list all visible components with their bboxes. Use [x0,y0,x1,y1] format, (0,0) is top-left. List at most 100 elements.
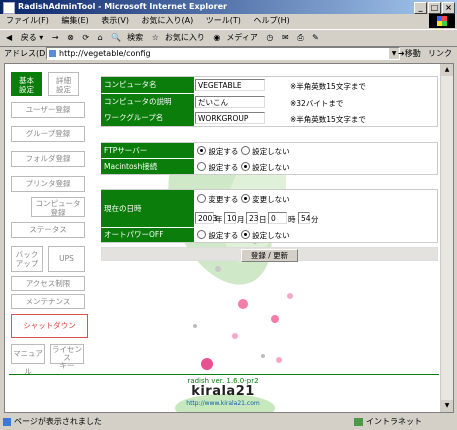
menu-edit[interactable]: 編集(E) [61,16,88,25]
minimize-button[interactable]: _ [414,2,427,14]
workgroup-note: ※半角英数15文字まで [290,115,366,124]
go-label: 移動 [404,49,421,58]
title-bar: RadishAdminTool - Microsoft Internet Exp… [0,0,457,14]
maximize-button[interactable]: □ [428,2,441,14]
mail-icon[interactable]: ✉ [282,33,289,42]
status-message: ページが表示されました [14,417,102,426]
menu-help[interactable]: ヘルプ(H) [253,16,289,25]
address-label: アドレス(D) [4,49,49,58]
minute-unit: 分 [311,215,319,224]
go-button[interactable]: ➜移動 [398,46,421,61]
year-input[interactable]: 2003 [195,212,217,224]
vertical-scrollbar[interactable]: ▲ ▼ [440,64,453,412]
ftp-off-radio[interactable] [240,146,250,155]
day-unit: 日 [259,215,267,224]
media-button[interactable]: ◉ メディア [213,33,257,42]
nav-manual[interactable]: マニュアル [11,344,45,376]
year-unit: 年 [215,215,223,224]
nav-backup[interactable]: バック アップ [11,246,43,272]
search-button[interactable]: 🔍 検索 [111,33,143,42]
nav-maintenance[interactable]: メンテナンス [11,294,85,309]
description-label: コンピュータの説明 [101,94,194,110]
home-icon[interactable]: ⌂ [98,33,103,42]
forward-button[interactable]: → [52,33,59,42]
description-note: ※32バイトまで [290,99,344,108]
nav-basic-settings[interactable]: 基本 設定 [11,72,42,96]
history-icon[interactable]: ◷ [266,33,273,42]
favorites-button[interactable]: ☆ お気に入り [152,33,205,42]
autopower-on-radio[interactable] [197,230,206,239]
autopower-off-radio[interactable] [240,230,250,239]
window-title: RadishAdminTool - Microsoft Internet Exp… [18,2,227,11]
intranet-icon [354,418,363,426]
ftp-label: FTPサーバー [101,143,194,158]
nav-user-registration[interactable]: ユーザー登録 [11,102,85,118]
links-label: リンク [428,49,452,58]
scroll-down-icon[interactable]: ▼ [441,400,453,412]
day-input[interactable]: 23 [246,212,259,224]
edit-icon[interactable]: ✎ [312,33,319,42]
menu-file[interactable]: ファイル(F) [6,16,49,25]
print-icon[interactable]: ⎙ [297,33,303,42]
nav-computer-registration[interactable]: コンピュータ 登録 [31,197,85,217]
back-button[interactable]: ◀ 戻る ▾ [6,33,43,42]
description-input[interactable]: だいこん [195,96,265,108]
menu-view[interactable]: 表示(V) [101,16,129,25]
nav-license-key[interactable]: ライセンス キー [50,344,84,370]
search-label: 検索 [127,33,144,42]
status-bar: ページが表示されました イントラネット [0,414,457,430]
datetime-change-label: 変更する [208,195,239,204]
mac-on-label: 設定する [208,163,239,172]
datetime-change-radio[interactable] [197,194,206,203]
nav-ups[interactable]: UPS [48,246,85,272]
computer-name-label: コンピュータ名 [101,77,194,93]
menu-tools[interactable]: ツール(T) [206,16,241,25]
autopower-on-label: 設定する [208,231,239,240]
scroll-up-icon[interactable]: ▲ [441,64,453,76]
hour-unit: 時 [288,215,296,224]
computer-name-input[interactable]: VEGETABLE [195,79,265,91]
datetime-label: 現在の日時 [101,190,194,227]
address-bar: アドレス(D) http://vegetable/config ▼ ➜移動 リン… [0,46,457,73]
hour-input[interactable]: 0 [268,212,287,224]
mac-off-radio[interactable] [240,162,250,171]
brand-logo: kirala21 [191,384,255,399]
datetime-nochange-label: 変更しない [252,195,290,204]
page-content: 基本 設定 詳細 設定 ユーザー登録 グループ登録 フォルダ登録 プリンタ登録 … [4,63,454,413]
footer-divider [9,374,439,375]
datetime-nochange-radio[interactable] [240,194,250,203]
autopower-label: オートパワーOFF [101,228,194,242]
media-label: メディア [226,33,258,42]
menu-bar: ファイル(F) 編集(E) 表示(V) お気に入り(A) ツール(T) ヘルプ(… [0,14,457,28]
favorites-label: お気に入り [164,33,205,42]
mac-label: Macintosh接続 [101,159,194,174]
menu-favorites[interactable]: お気に入り(A) [142,16,194,25]
minute-input[interactable]: 54 [298,212,311,224]
ftp-options: 設定する 設定しない [197,146,290,157]
nav-access-restriction[interactable]: アクセス制限 [11,276,85,291]
mac-options: 設定する 設定しない [197,162,290,173]
nav-detail-settings[interactable]: 詳細 設定 [48,72,79,96]
address-input[interactable]: http://vegetable/config ▼ [46,47,400,60]
page-done-icon [3,418,11,426]
address-url: http://vegetable/config [59,49,151,58]
nav-shutdown[interactable]: シャットダウン [11,314,88,338]
autopower-options: 設定する 設定しない [197,230,290,241]
ie-icon [3,2,15,14]
submit-button[interactable]: 登録 / 更新 [241,249,298,262]
nav-group-registration[interactable]: グループ登録 [11,126,85,142]
nav-folder-registration[interactable]: フォルダ登録 [11,151,85,167]
workgroup-label: ワークグループ名 [101,110,194,126]
nav-status[interactable]: ステータス [11,222,85,238]
brand-url[interactable]: http://www.kirala21.com [5,400,441,407]
ftp-on-radio[interactable] [197,146,206,155]
close-button[interactable]: × [442,2,455,14]
mac-on-radio[interactable] [197,162,206,171]
workgroup-input[interactable]: WORKGROUP [195,112,265,124]
refresh-icon[interactable]: ⟳ [82,33,89,42]
month-input[interactable]: 10 [224,212,237,224]
nav-printer-registration[interactable]: プリンタ登録 [11,176,85,192]
windows-logo-icon [429,14,455,28]
back-label: 戻る [20,33,37,42]
stop-icon[interactable]: ⊗ [67,33,74,42]
